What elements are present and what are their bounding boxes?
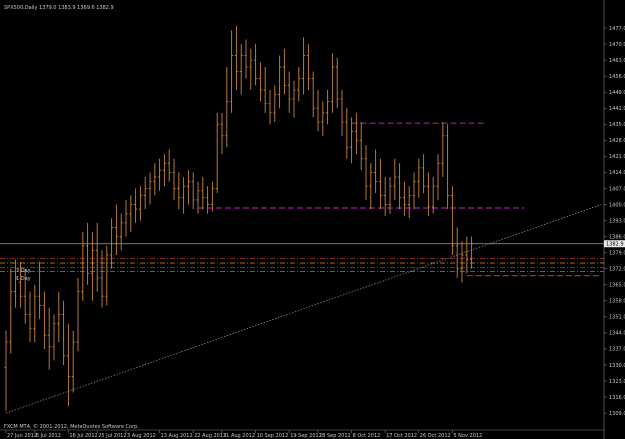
y-tick-label: 1463.0 [609,58,625,64]
x-tick-label: 13 Aug 2012 [161,433,193,439]
y-tick-label: 1358.0 [609,299,625,305]
y-tick-label: 1400.0 [609,202,625,208]
x-tick-label: 27 Jun 2012 [7,433,37,439]
y-tick-label: 1309.0 [609,411,625,417]
x-tick-label: 28 Sep 2012 [319,433,351,439]
x-tick-label: 5 Nov 2012 [453,433,482,439]
y-tick-label: 1372.0 [609,267,625,273]
x-tick-label: 16 Jul 2012 [69,433,97,439]
x-tick-label: 8 Oct 2012 [353,433,381,439]
x-tick-label: 10 Sep 2012 [257,433,289,439]
price-chart[interactable]: 1477.0 1470.0 1463.0 1456.0 1449.0 1442.0 1435… [0,0,625,439]
x-tick-label: 17 Oct 2012 [386,433,417,439]
copyright-watermark: FXCM MT4, © 2001-2012, MetaQuotes Softwa… [4,423,139,430]
x-tick-label: 25 Jul 2012 [98,433,126,439]
y-tick-label: 1442.0 [609,106,625,112]
y-tick-label: 1344.0 [609,331,625,337]
x-tick-label: 19 Sep 2012 [290,433,322,439]
chart-header: SPX500,Daily 1379.0 1383.9 1369.6 1382.9 [4,5,114,11]
chart-window[interactable]: 1477.0 1470.0 1463.0 1456.0 1449.0 1442.0 1435… [0,0,625,439]
y-tick-label: 1470.0 [609,42,625,48]
y-tick-label: 1386.0 [609,234,625,240]
y-tick-label: 1435.0 [609,122,625,128]
y-tick-label: 1421.0 [609,154,625,160]
level-label-3day: 3 Day [16,268,31,274]
current-price-label: 1382.9 [606,242,624,248]
x-tick-label: 22 Aug 2012 [194,433,226,439]
y-tick-label: 1456.0 [609,74,625,80]
y-tick-label: 1330.0 [609,363,625,369]
x-tick-label: 6 Jul 2012 [36,433,61,439]
y-tick-label: 1477.0 [609,26,625,32]
x-tick-label: 26 Oct 2012 [420,433,451,439]
x-tick-label: 3 Aug 2012 [127,433,156,439]
y-tick-label: 1379.0 [609,250,625,256]
y-tick-label: 1407.0 [609,186,625,192]
x-tick-label: 31 Aug 2012 [223,433,255,439]
y-tick-label: 1337.0 [609,347,625,353]
level-label-1day: 1 Day [16,276,31,282]
y-tick-label: 1316.0 [609,395,625,401]
current-price-tag: 1382.9 [604,240,625,248]
y-tick-label: 1428.0 [609,138,625,144]
y-tick-label: 1323.0 [609,379,625,385]
y-tick-label: 1365.0 [609,283,625,289]
y-tick-label: 1393.0 [609,218,625,224]
y-tick-label: 1449.0 [609,90,625,96]
y-tick-label: 1351.0 [609,315,625,321]
y-tick-label: 1414.0 [609,170,625,176]
